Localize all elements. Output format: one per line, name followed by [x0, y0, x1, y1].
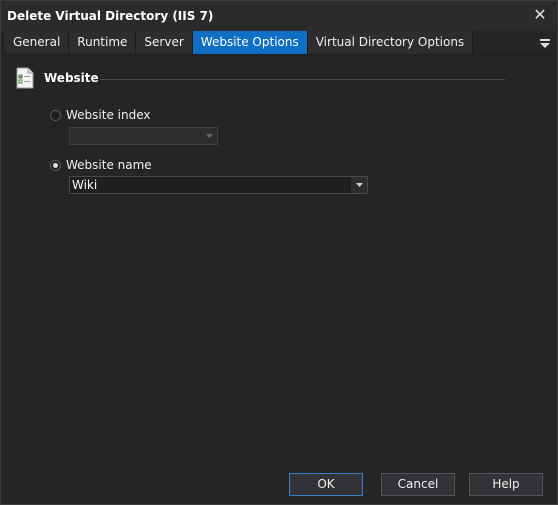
chevron-down-icon[interactable]: [201, 128, 217, 144]
chevron-down-icon[interactable]: [351, 177, 367, 193]
tab-runtime[interactable]: Runtime: [69, 31, 137, 54]
website-name-radio[interactable]: [50, 159, 61, 171]
tab-strip: General Runtime Server Website Options V…: [5, 31, 555, 55]
website-index-option[interactable]: Website index: [50, 108, 150, 122]
cancel-button[interactable]: Cancel: [381, 473, 455, 496]
website-name-value: Wiki: [72, 178, 98, 192]
ok-button[interactable]: OK: [289, 473, 363, 496]
section-title: Website: [44, 71, 99, 85]
website-index-label: Website index: [66, 108, 151, 122]
tab-virtual-directory-options[interactable]: Virtual Directory Options: [307, 31, 474, 54]
website-index-select[interactable]: [69, 127, 218, 145]
website-index-radio[interactable]: [50, 109, 61, 121]
tab-menu-icon[interactable]: [537, 31, 553, 54]
tab-website-options[interactable]: Website Options: [192, 31, 308, 54]
window-title: Delete Virtual Directory (IIS 7): [7, 9, 214, 23]
tab-server[interactable]: Server: [136, 31, 193, 54]
dialog-window: Delete Virtual Directory (IIS 7) ✕ Gener…: [0, 0, 558, 505]
website-name-label: Website name: [66, 158, 152, 172]
close-icon[interactable]: ✕: [531, 6, 549, 24]
help-button[interactable]: Help: [469, 473, 543, 496]
website-name-select[interactable]: Wiki: [69, 176, 368, 194]
document-checklist-icon: [16, 67, 34, 89]
section-divider: [100, 79, 505, 80]
website-name-option[interactable]: Website name: [50, 158, 152, 172]
tab-general[interactable]: General: [5, 31, 70, 54]
title-bar: Delete Virtual Directory (IIS 7) ✕: [1, 1, 557, 31]
